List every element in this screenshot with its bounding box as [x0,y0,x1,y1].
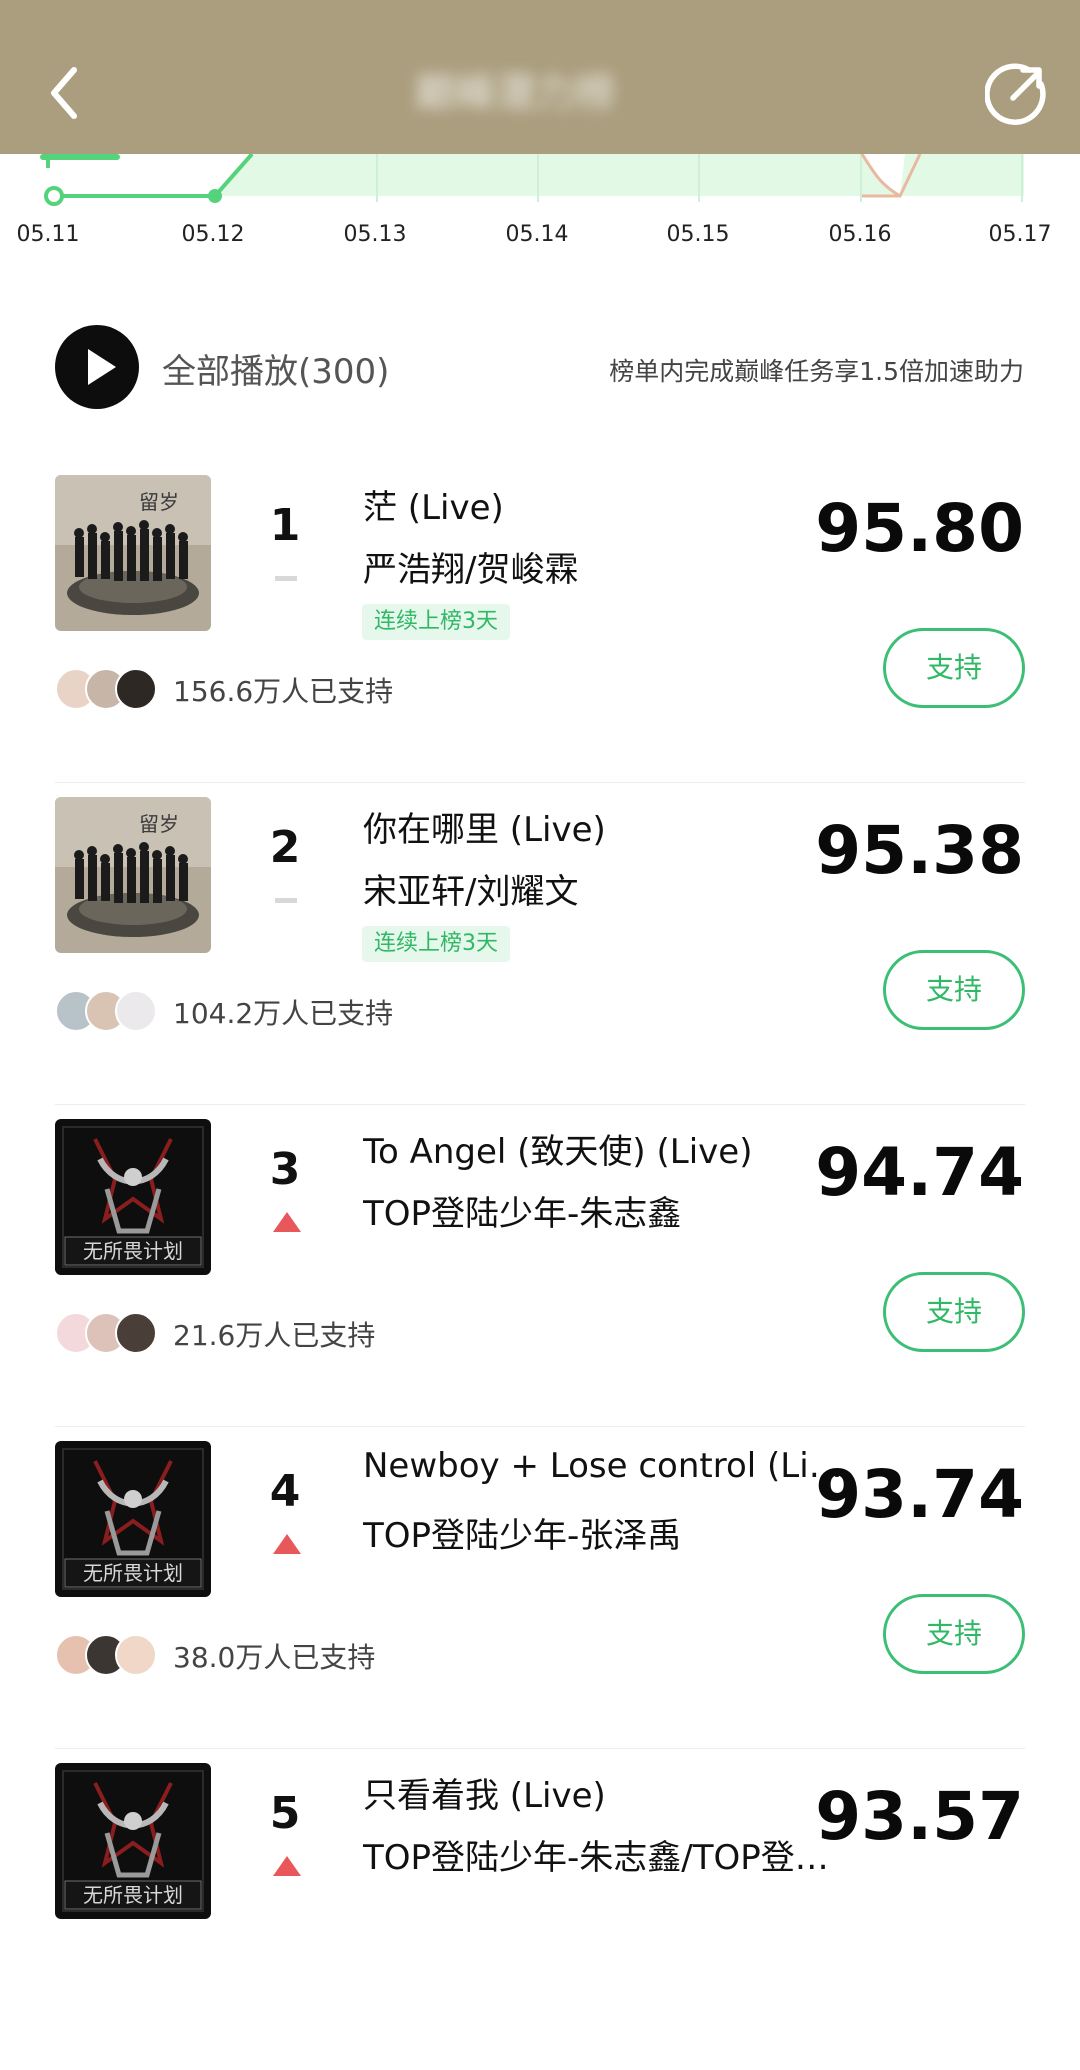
rank-number: 4 [269,1466,301,1517]
song-score: 93.74 [815,1456,1024,1533]
svg-text:留岁: 留岁 [139,812,179,836]
album-cover[interactable]: 无所畏计划 [55,1119,211,1275]
song-score: 94.74 [815,1134,1024,1211]
play-all-button[interactable] [55,325,139,409]
song-title[interactable]: 茫 (Live) [363,480,853,529]
play-icon [88,349,116,385]
chevron-left-icon [51,67,77,119]
share-icon [984,63,1046,125]
album-cover[interactable]: 留岁 [55,475,211,631]
supporter-count: 104.2万人已支持 [173,997,394,1030]
rank-trend-chart: 05.11 05.12 05.13 05.14 05.15 05.16 05.1… [0,154,1080,254]
rank-up-icon [273,1534,301,1554]
row-divider [55,1104,1025,1105]
date-label: 05.12 [181,222,245,247]
song-artist[interactable]: 宋亚轩/刘耀文 [363,864,843,913]
song-row[interactable]: 无所畏计划 5 只看着我 (Live) TOP登陆少年-朱志鑫/TOP登陆少年 … [0,1748,1080,2070]
svg-text:无所畏计划: 无所畏计划 [83,1883,183,1907]
back-button[interactable] [40,58,100,128]
song-score: 95.80 [815,490,1024,567]
rank-unchanged-icon [275,576,297,581]
rank-number: 3 [269,1144,301,1195]
support-button[interactable]: 支持 [883,628,1025,708]
supporter-count: 38.0万人已支持 [173,1641,376,1674]
rank-unchanged-icon [275,898,297,903]
streak-badge: 连续上榜3天 [362,926,510,962]
page-title: 巅峰潜力榜 [415,70,615,116]
rank-up-icon [273,1212,301,1232]
row-divider [55,1748,1025,1749]
song-title[interactable]: 你在哪里 (Live) [363,802,853,851]
support-button[interactable]: 支持 [883,950,1025,1030]
svg-text:留岁: 留岁 [139,490,179,514]
date-label: 05.15 [666,222,730,247]
song-artist[interactable]: TOP登陆少年-张泽禹 [363,1508,843,1557]
svg-text:无所畏计划: 无所畏计划 [83,1239,183,1263]
svg-text:无所畏计划: 无所畏计划 [83,1561,183,1585]
support-button[interactable]: 支持 [883,1594,1025,1674]
song-artist[interactable]: TOP登陆少年-朱志鑫 [363,1186,843,1235]
top-nav-bar: 巅峰潜力榜 [0,0,1080,154]
play-all-label[interactable]: 全部播放(300) [162,344,389,393]
song-row[interactable]: 留岁 2 你在哪里 (Live) 宋亚轩/刘耀文 连续上榜3天 95.38 10… [0,782,1080,1104]
rank-up-icon [273,1856,301,1876]
album-cover[interactable]: 无所畏计划 [55,1763,211,1919]
share-button[interactable] [984,62,1049,126]
streak-badge: 连续上榜3天 [362,604,510,640]
song-score: 95.38 [815,812,1024,889]
song-row[interactable]: 留岁 1 茫 (Live) 严浩翔/贺峻霖 连续上榜3天 95.80 156.6… [0,460,1080,782]
row-divider [55,1426,1025,1427]
rank-number: 1 [269,500,301,551]
play-all-bar: 全部播放(300) 榜单内完成巅峰任务享1.5倍加速助力 [0,320,1080,420]
supporter-count: 156.6万人已支持 [173,675,394,708]
boost-tip: 榜单内完成巅峰任务享1.5倍加速助力 [609,357,1024,386]
song-title[interactable]: 只看着我 (Live) [363,1768,853,1817]
song-artist[interactable]: 严浩翔/贺峻霖 [363,542,843,591]
supporter-avatar [115,1634,157,1676]
album-cover[interactable]: 留岁 [55,797,211,953]
rank-number: 5 [269,1788,301,1839]
support-button[interactable]: 支持 [883,1272,1025,1352]
album-cover[interactable]: 无所畏计划 [55,1441,211,1597]
song-title[interactable]: To Angel (致天使) (Live) [363,1124,853,1173]
date-label: 05.11 [16,222,80,247]
song-score: 93.57 [815,1778,1024,1855]
date-label: 05.13 [343,222,407,247]
song-title[interactable]: Newboy + Lose control (Live) [363,1446,853,1486]
date-label: 05.16 [828,222,892,247]
song-artist[interactable]: TOP登陆少年-朱志鑫/TOP登陆少年 [363,1830,843,1879]
supporter-avatar [115,990,157,1032]
date-label: 05.17 [988,222,1052,247]
song-row[interactable]: 无所畏计划 4 Newboy + Lose control (Live) TOP… [0,1426,1080,1748]
supporter-avatar [115,1312,157,1354]
rank-number: 2 [269,822,301,873]
supporter-avatar [115,668,157,710]
supporter-count: 21.6万人已支持 [173,1319,376,1352]
row-divider [55,782,1025,783]
song-row[interactable]: 无所畏计划 3 To Angel (致天使) (Live) TOP登陆少年-朱志… [0,1104,1080,1426]
date-label: 05.14 [505,222,569,247]
